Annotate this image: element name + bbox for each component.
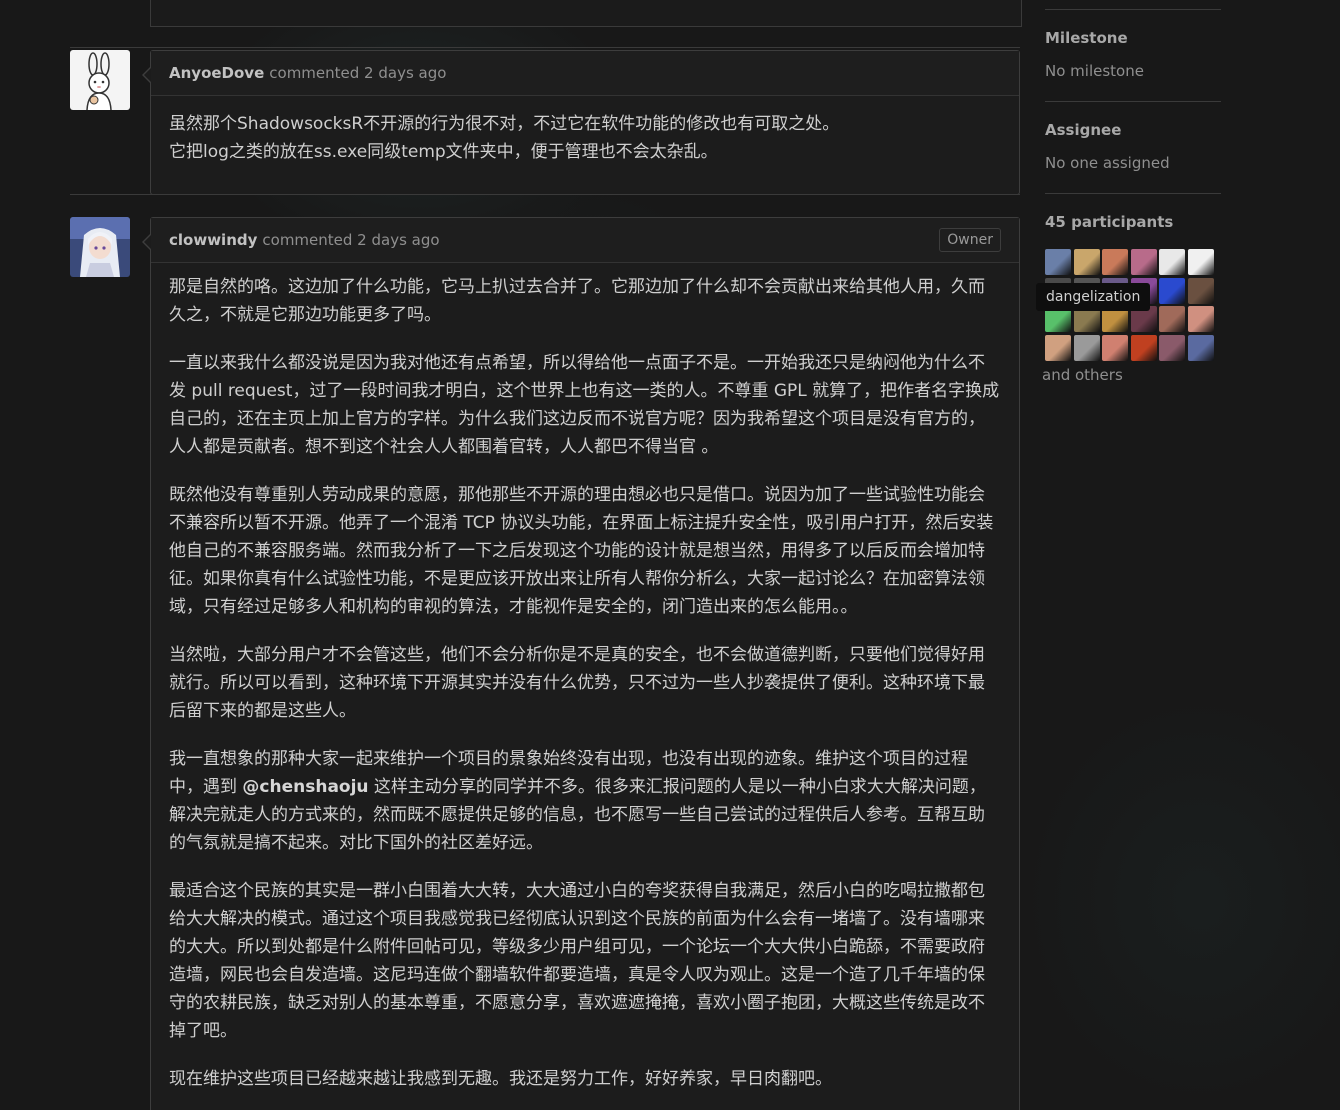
participant-avatar[interactable]	[1045, 334, 1071, 361]
rabbit-avatar-icon	[70, 50, 130, 110]
comment-box: AnyoeDove commented 2 days ago 虽然那个Shado…	[142, 50, 1020, 195]
comment-body: 虽然那个ShadowsocksR不开源的行为很不对，不过它在软件功能的修改也有可…	[151, 96, 1019, 166]
issue-page: AnyoeDove commented 2 days ago 虽然那个Shado…	[0, 0, 1340, 1110]
previous-comment-box	[150, 0, 1022, 27]
timeline-divider	[70, 47, 1020, 48]
comment-header: AnyoeDove commented 2 days ago	[151, 51, 1019, 96]
participant-avatar[interactable]	[1073, 249, 1100, 275]
sidebar-divider	[1045, 193, 1221, 194]
comment-paragraph: 现在维护这些项目已经越来越让我感到无趣。我还是努力工作，好好养家，早日肉翻吧。	[169, 1069, 832, 1089]
comment-paragraph: 最适合这个民族的其实是一群小白围着大大转，大大通过小白的夸奖获得自我满足，然后小…	[169, 881, 985, 1041]
avatar[interactable]	[70, 217, 130, 277]
comment-body: 那是自然的咯。这边加了什么功能，它马上扒过去合并了。它那边加了什么却不会贡献出来…	[151, 263, 1019, 1093]
participant-avatar[interactable]	[1187, 334, 1214, 361]
participant-avatar[interactable]	[1130, 334, 1157, 361]
participant-avatar[interactable]	[1073, 334, 1100, 361]
participant-avatar[interactable]	[1187, 306, 1214, 332]
milestone-heading: Milestone	[1045, 29, 1128, 47]
user-mention-link[interactable]: @chenshaoju	[242, 777, 368, 797]
timeline-divider	[70, 194, 1020, 195]
avatar[interactable]	[70, 50, 130, 110]
comment-paragraph: 一直以来我什么都没说是因为我对他还有点希望，所以得给他一点面子不是。一开始我还只…	[169, 353, 1000, 457]
comment-paragraph: 虽然那个ShadowsocksR不开源的行为很不对，不过它在软件功能的修改也有可…	[169, 114, 840, 162]
comment-paragraph: 我一直想象的那种大家一起来维护一个项目的景象始终没有出现，也没有出现的迹象。维护…	[169, 745, 1001, 857]
participant-avatar[interactable]	[1102, 249, 1128, 275]
comment-paragraph: 那是自然的咯。这边加了什么功能，它马上扒过去合并了。它那边加了什么却不会贡献出来…	[169, 277, 985, 325]
participant-avatar[interactable]	[1159, 277, 1185, 304]
comment-author[interactable]: AnyoeDove	[169, 64, 264, 82]
participant-avatar[interactable]	[1159, 306, 1185, 332]
milestone-value: No milestone	[1045, 62, 1144, 80]
sidebar-divider	[1045, 9, 1221, 10]
anime-avatar-icon	[70, 217, 130, 277]
comment-paragraph: 既然他没有尊重别人劳动成果的意愿，那他那些不开源的理由想必也只是借口。说因为加了…	[169, 485, 994, 617]
participant-avatar[interactable]	[1102, 334, 1128, 361]
comment-timestamp[interactable]: commented 2 days ago	[262, 231, 439, 249]
comment-paragraph: 当然啦，大部分用户才不会管这些，他们不会分析你是不是真的安全，也不会做道德判断，…	[169, 645, 985, 721]
participant-avatar[interactable]	[1130, 249, 1157, 275]
comment-author[interactable]: clowwindy	[169, 231, 257, 249]
assignee-value: No one assigned	[1045, 154, 1170, 172]
owner-badge: Owner	[939, 228, 1001, 252]
participant-tooltip: dangelization	[1036, 283, 1151, 311]
participant-avatar[interactable]	[1159, 334, 1185, 361]
participant-avatar[interactable]	[1045, 249, 1071, 275]
comment-box: clowwindy commented 2 days ago Owner 那是自…	[142, 217, 1020, 1110]
participant-avatar[interactable]	[1187, 277, 1214, 304]
participant-avatar[interactable]	[1187, 249, 1214, 275]
sidebar-divider	[1045, 101, 1221, 102]
comment-header: clowwindy commented 2 days ago Owner	[151, 218, 1019, 263]
participant-avatar[interactable]	[1159, 249, 1185, 275]
participants-heading: 45 participants	[1045, 213, 1174, 231]
and-others-text: and others	[1042, 366, 1123, 384]
comment-timestamp[interactable]: commented 2 days ago	[269, 64, 446, 82]
assignee-heading: Assignee	[1045, 121, 1122, 139]
